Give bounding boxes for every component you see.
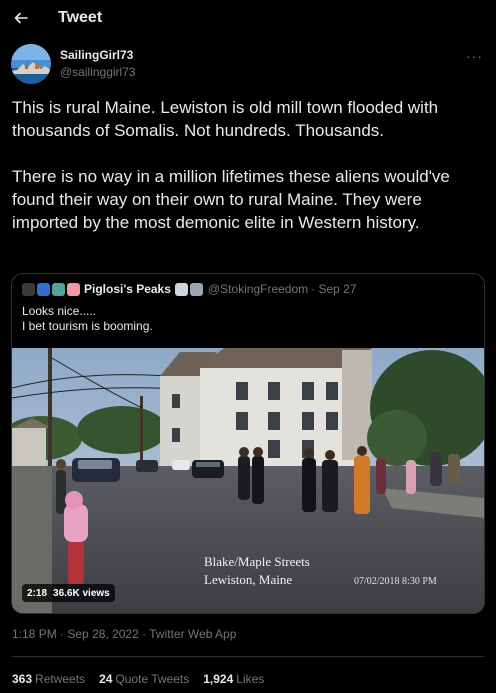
- quoted-tweet[interactable]: Piglosi's Peaks @StokingFreedom · Sep 27…: [11, 273, 485, 614]
- quote-author-name[interactable]: Piglosi's Peaks: [84, 282, 171, 296]
- author-handle[interactable]: @sailinggirl73: [60, 65, 136, 79]
- page-title: Tweet: [58, 9, 103, 26]
- tweet-stats: 363 Retweets 24 Quote Tweets 1,924 Likes: [12, 672, 278, 686]
- quote-text-line: Looks nice.....: [22, 304, 97, 318]
- more-horizontal-icon: ···: [466, 48, 483, 64]
- video-views: 36.6K views: [53, 587, 110, 599]
- quote-tweets-count: 24: [99, 672, 113, 686]
- retweets-count: 363: [12, 672, 33, 686]
- likes-label: Likes: [236, 672, 265, 686]
- tweet-meta: 1:18 PM · Sep 28, 2022 · Twitter Web App: [12, 627, 236, 641]
- tweet-date[interactable]: · Sep 28, 2022 ·: [60, 627, 146, 641]
- video-timestamp: 07/02/2018 8:30 PM: [354, 576, 437, 587]
- video-caption-street: Blake/Maple Streets: [204, 554, 310, 569]
- tweet-text: This is rural Maine. Lewiston is old mil…: [12, 96, 484, 257]
- tweet-author: SailingGirl73 @sailinggirl73 ···: [11, 44, 485, 86]
- elephant-emoji-icon: [189, 282, 203, 296]
- video-player[interactable]: Blake/Maple Streets Lewiston, Maine 07/0…: [12, 348, 484, 613]
- tweet-paragraph: This is rural Maine. Lewiston is old mil…: [12, 98, 439, 140]
- quote-date[interactable]: · Sep 27: [311, 282, 356, 296]
- quote-header: Piglosi's Peaks @StokingFreedom · Sep 27: [22, 282, 357, 296]
- quote-author-handle[interactable]: @StokingFreedom: [208, 282, 308, 296]
- quote-tweets-stat[interactable]: 24 Quote Tweets: [99, 672, 189, 686]
- tweet-client[interactable]: Twitter Web App: [149, 627, 236, 641]
- avatar[interactable]: [11, 44, 51, 84]
- flag-emoji-icon: [37, 282, 50, 296]
- top-bar: Tweet: [0, 0, 496, 38]
- back-button[interactable]: [11, 8, 31, 28]
- retweets-label: Retweets: [35, 672, 86, 686]
- more-options-button[interactable]: ···: [466, 48, 483, 64]
- likes-count: 1,924: [203, 672, 234, 686]
- torch-emoji-icon: [22, 282, 35, 296]
- tweet-paragraph: There is no way in a million lifetimes t…: [12, 167, 450, 232]
- video-duration: 2:18: [27, 587, 48, 599]
- pig-emoji-icon: [67, 282, 80, 296]
- divider: [12, 656, 484, 657]
- likes-stat[interactable]: 1,924 Likes: [203, 672, 264, 686]
- quote-text-line: I bet tourism is booming.: [22, 319, 153, 333]
- quote-text: Looks nice..... I bet tourism is booming…: [22, 304, 153, 334]
- statue-emoji-icon: [52, 282, 65, 296]
- author-name[interactable]: SailingGirl73: [60, 48, 133, 62]
- tweet-time[interactable]: 1:18 PM: [12, 627, 57, 641]
- video-duration-badge: 2:18 36.6K views: [22, 584, 115, 602]
- mountain-emoji-icon: [174, 282, 188, 296]
- retweets-stat[interactable]: 363 Retweets: [12, 672, 85, 686]
- arrow-left-icon: [14, 12, 28, 24]
- video-caption-city: Lewiston, Maine: [204, 572, 293, 587]
- quote-tweets-label: Quote Tweets: [115, 672, 190, 686]
